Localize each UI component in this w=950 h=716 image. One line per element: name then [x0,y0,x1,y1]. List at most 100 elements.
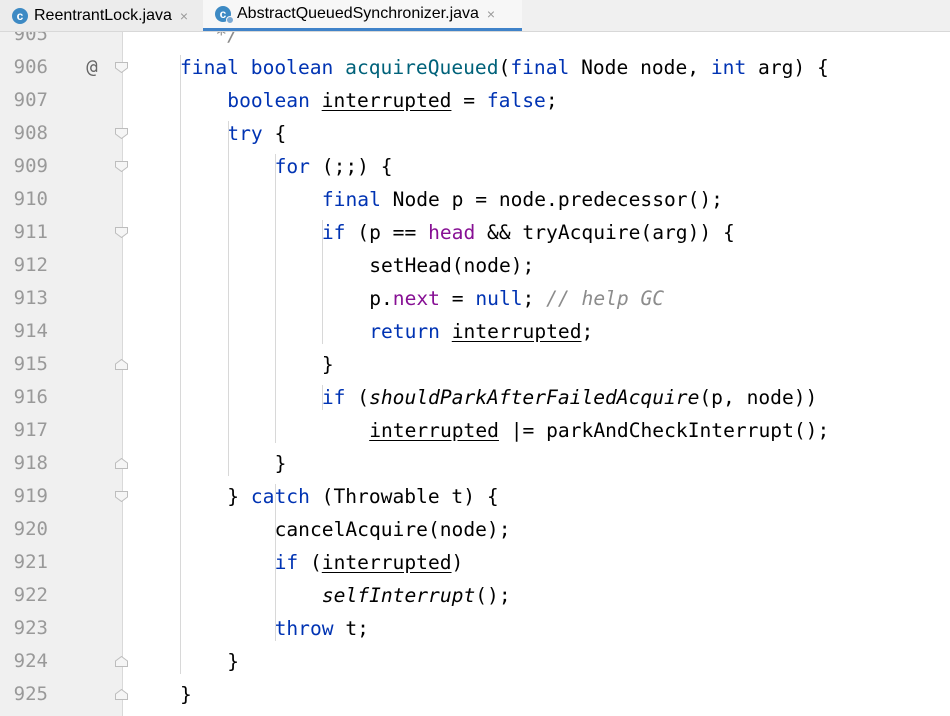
fold-close-icon[interactable] [115,689,128,700]
code-text: } [180,678,192,711]
line-number: 911 [13,221,48,243]
code-token: acquireQueued [345,56,499,79]
code-token: p. [369,287,393,310]
tab-label: AbstractQueuedSynchronizer.java [237,5,479,22]
code-text: selfInterrupt(); [322,579,511,612]
code-text: return interrupted; [369,315,593,348]
code-token: Node p = node.predecessor(); [392,188,723,211]
code-token: } [227,650,240,673]
code-line[interactable]: 908 try { [0,117,950,150]
code-line[interactable]: 907 boolean interrupted = false; [0,84,950,117]
tab-abstractqueuedsynchronizer[interactable]: c AbstractQueuedSynchronizer.java × [203,0,522,31]
java-class-icon: c [215,6,234,24]
code-token: (;;) { [321,155,393,178]
code-line[interactable]: 915} [0,348,950,381]
code-line[interactable]: 914 return interrupted; [0,315,950,348]
code-line[interactable]: 924} [0,645,950,678]
code-line[interactable]: 917 interrupted |= parkAndCheckInterrupt(… [0,414,950,447]
code-text: if (p == head && tryAcquire(arg)) { [322,216,735,249]
code-token: boolean [250,56,346,79]
code-token: final [321,188,393,211]
code-line[interactable]: 919} catch (Throwable t) { [0,480,950,513]
code-token: ( [498,56,511,79]
code-token: boolean [227,89,322,112]
line-number: 905 [13,32,48,45]
tab-label: ReentrantLock.java [34,6,172,24]
code-line[interactable]: 906 @ final boolean acquireQueued(final No… [0,51,950,84]
code-line[interactable]: 911 if (p == head && tryAcquire(arg)) { [0,216,950,249]
fold-close-icon[interactable] [115,359,128,370]
code-line[interactable]: 918} [0,447,950,480]
line-number: 915 [13,353,48,375]
tab-reentrantlock[interactable]: c ReentrantLock.java × [0,0,203,31]
line-number: 910 [13,188,48,210]
code-token: head [428,221,476,244]
code-token: selfInterrupt [321,584,476,607]
indent-guide [322,220,323,344]
code-line[interactable]: 920 cancelAcquire(node); [0,513,950,546]
line-number: 922 [13,584,48,606]
code-line[interactable]: 916 if (shouldParkAfterFailedAcquire(p, n… [0,381,950,414]
code-token: } [227,485,251,508]
code-text: final Node p = node.predecessor(); [322,183,723,216]
code-line[interactable]: 913 p.next = null; // help GC [0,282,950,315]
fold-close-icon[interactable] [115,458,128,469]
code-text: throw t; [275,612,369,645]
close-icon[interactable]: × [487,6,495,22]
code-line[interactable]: 905 */ [0,32,950,51]
code-token: final [510,56,582,79]
fold-close-icon[interactable] [115,656,128,667]
code-text: if (interrupted) [275,546,464,579]
code-line[interactable]: 909 for (;;) { [0,150,950,183]
line-number: 916 [13,386,48,408]
code-text: p.next = null; // help GC [369,282,664,315]
indent-guide [275,583,276,608]
line-number: 923 [13,617,48,639]
code-token: } [180,683,192,706]
line-number: 918 [13,452,48,474]
code-token: if [321,386,358,409]
code-text: for (;;) { [275,150,393,183]
code-editor[interactable]: 905 */906 @ final boolean acquireQueued(fi… [0,32,950,716]
line-number: 912 [13,254,48,276]
fold-open-icon[interactable] [115,161,128,172]
code-line[interactable]: 923 throw t; [0,612,950,645]
code-token: cancelAcquire(node); [274,518,511,541]
close-icon[interactable]: × [180,8,188,24]
code-token: interrupted [321,89,452,112]
indent-guide [228,121,229,476]
code-token: throw [274,617,346,640]
line-number: 919 [13,485,48,507]
code-token: (p == [357,221,429,244]
code-token: shouldParkAfterFailedAcquire [369,386,700,409]
line-number: 921 [13,551,48,573]
code-token: ( [357,386,370,409]
code-token: int [710,56,759,79]
code-text: } [275,447,287,480]
fold-open-icon[interactable] [115,62,128,73]
code-text: final boolean acquireQueued(final Node n… [180,51,829,84]
code-token: && tryAcquire(arg)) { [475,221,735,244]
fold-open-icon[interactable] [115,128,128,139]
code-text: try { [227,117,286,150]
code-token: (); [475,584,511,607]
fold-open-icon[interactable] [115,227,128,238]
line-number: 917 [13,419,48,441]
code-token: catch [250,485,322,508]
code-line[interactable]: 921 if (interrupted) [0,546,950,579]
code-line[interactable]: 922 selfInterrupt(); [0,579,950,612]
code-line[interactable]: 925} [0,678,950,711]
code-line[interactable]: 912 setHead(node); [0,249,950,282]
indent-guide [180,55,181,674]
code-token: ; [545,89,558,112]
override-marker-icon[interactable]: @ [82,51,102,84]
line-number: 906 [13,56,48,78]
code-token: |= parkAndCheckInterrupt(); [498,419,830,442]
code-line[interactable]: 910 final Node p = node.predecessor(); [0,183,950,216]
fold-open-icon[interactable] [115,491,128,502]
line-number: 907 [13,89,48,111]
code-token: null [475,287,523,310]
code-token: interrupted [451,320,582,343]
code-text: cancelAcquire(node); [275,513,511,546]
line-number: 920 [13,518,48,540]
